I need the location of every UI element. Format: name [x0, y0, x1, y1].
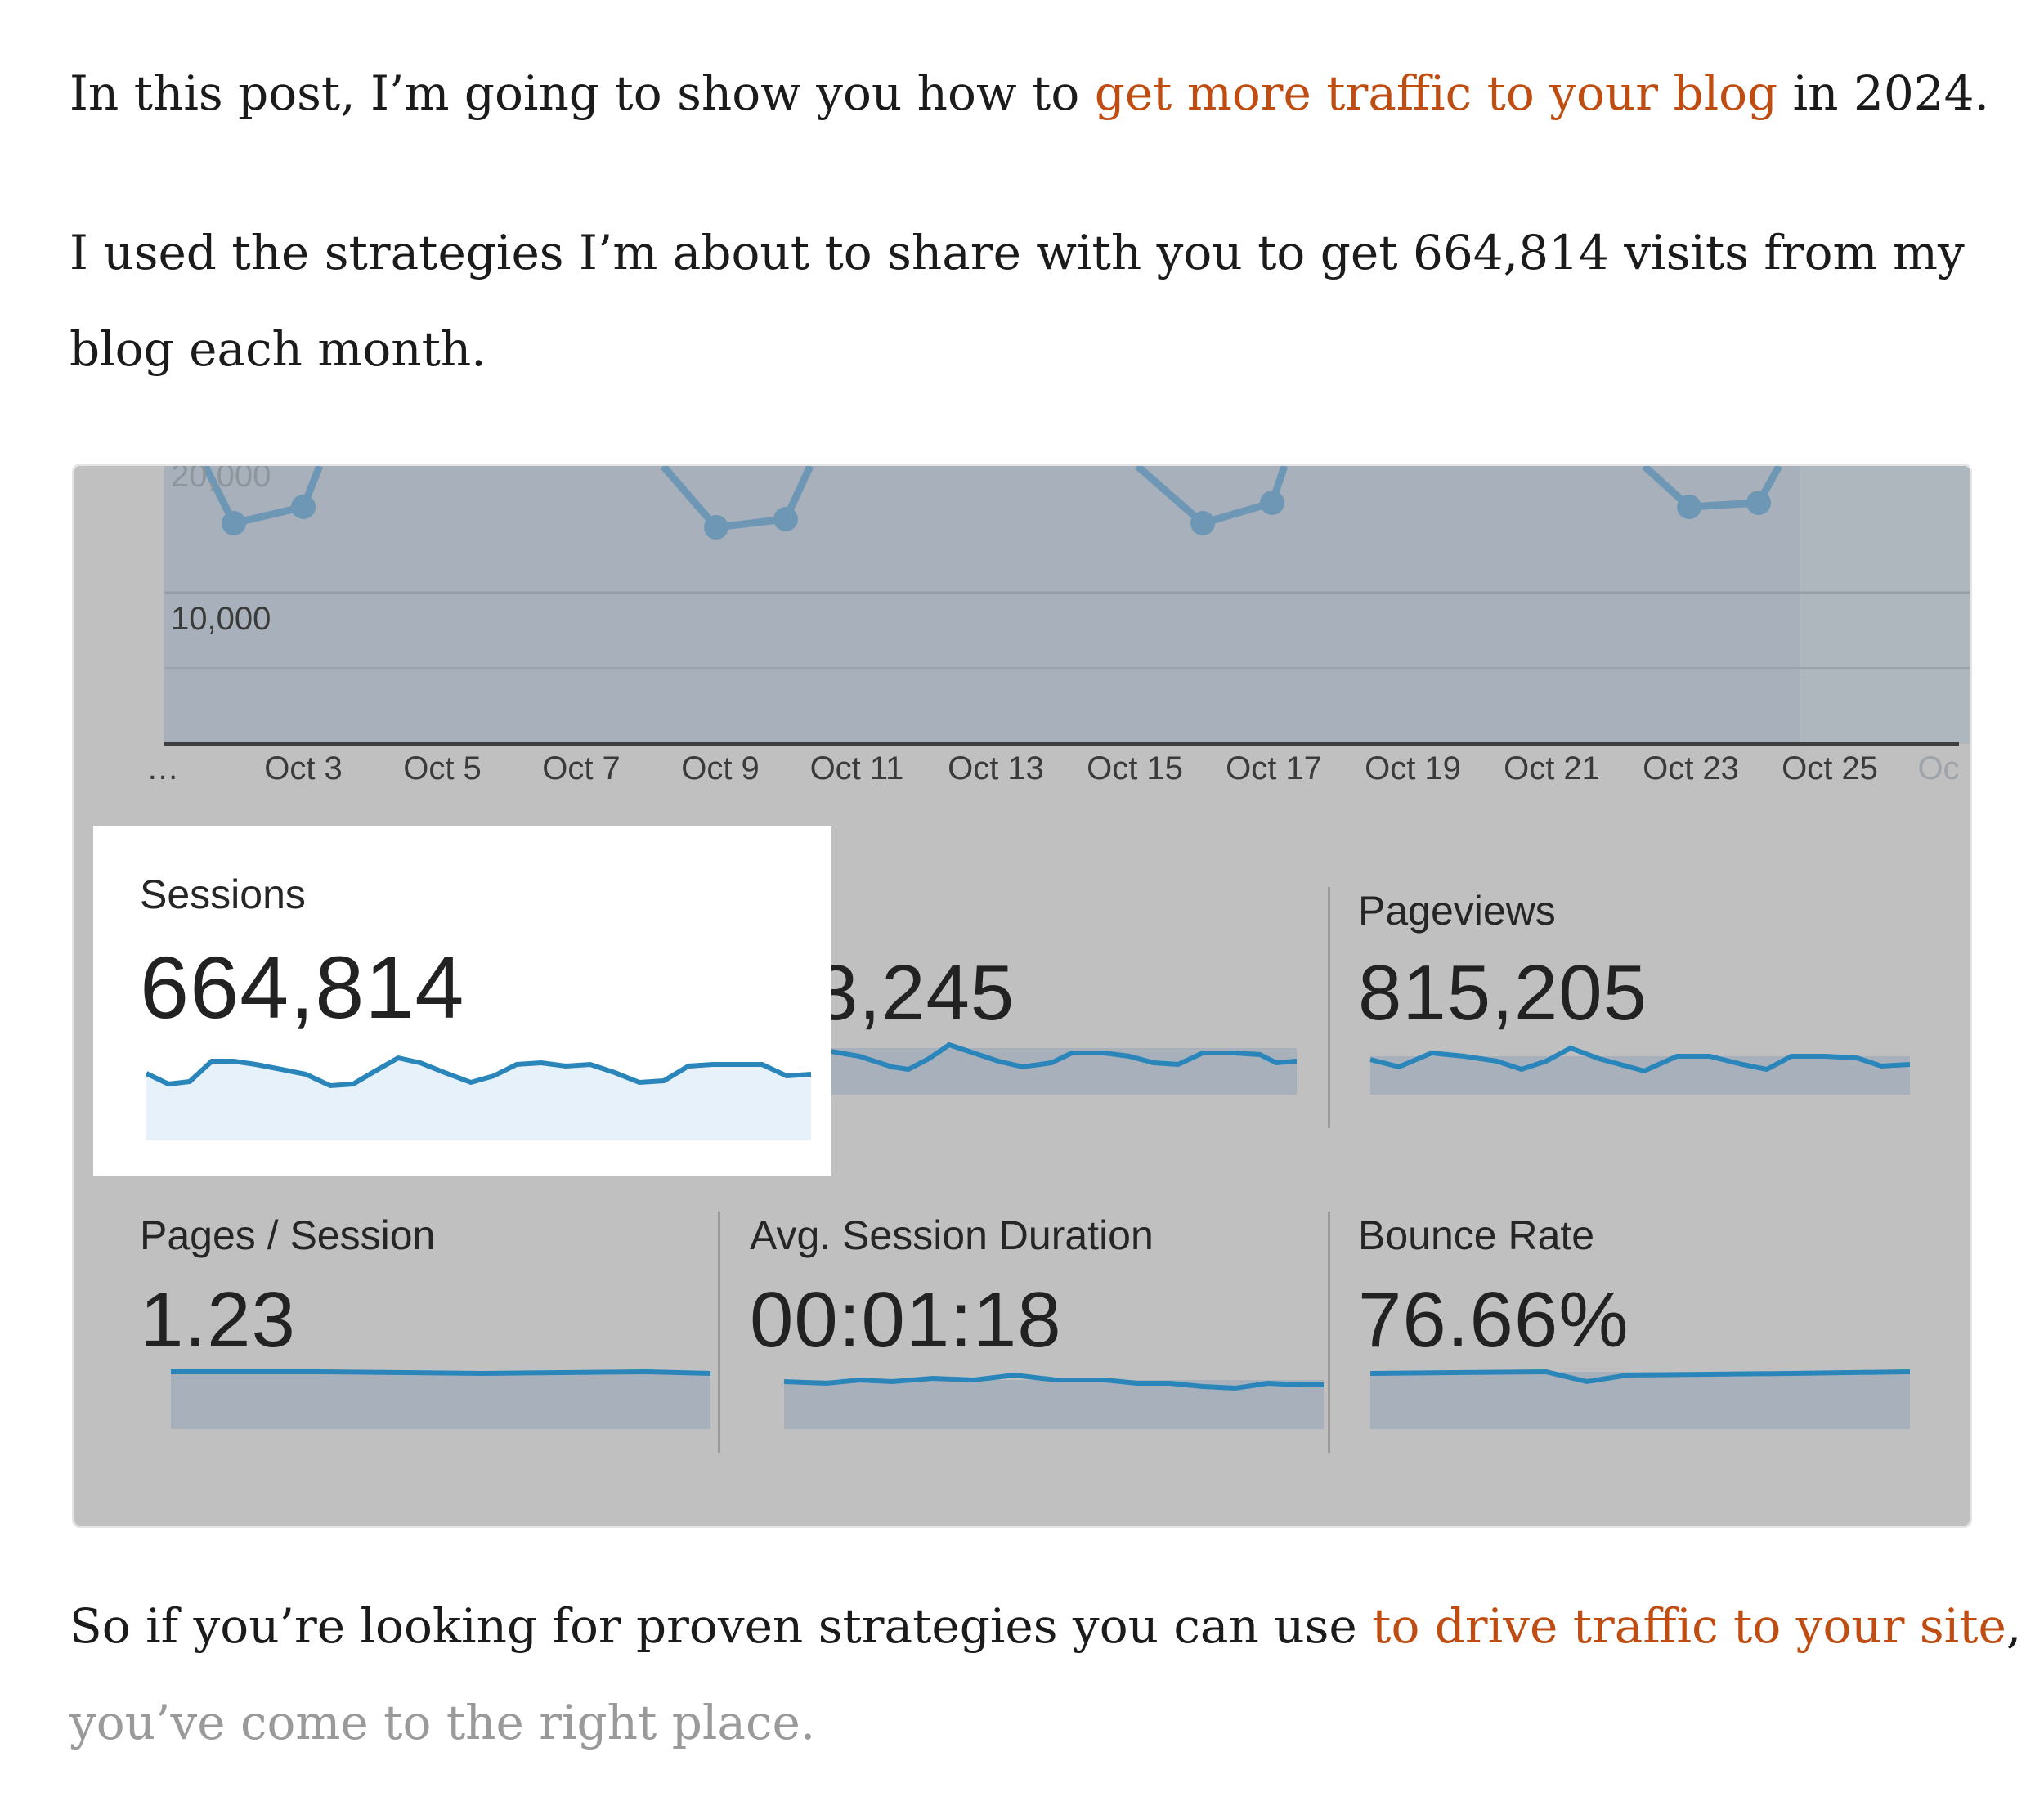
pageviews-sparkline-area [1370, 1056, 1910, 1095]
x-tick-ellipsis: … [146, 750, 179, 786]
pages-session-sparkline [171, 1369, 711, 1377]
closing-paragraph: So if you’re looking for proven strategi… [69, 1578, 2021, 1771]
metric-divider-bottom-1 [718, 1212, 720, 1453]
metric-divider-top [1328, 887, 1330, 1128]
intro-paragraph: In this post, I’m going to show you how … [69, 45, 1989, 141]
x-tick-oct-5: Oct 5 [403, 750, 482, 786]
point-oct-23 [1746, 491, 1771, 515]
x-tick-oct-17: Oct 17 [1226, 750, 1322, 786]
closing-text-before: So if you’re looking for proven strategi… [69, 1598, 1373, 1654]
analytics-screenshot: 20,000 10,000 … Oct 3 Oct 5 Oct 7 Oct 9 … [72, 464, 1972, 1528]
x-tick-oct-25: Oct 25 [1782, 750, 1878, 786]
pages-session-label: Pages / Session [140, 1212, 436, 1258]
closing-line-2: you’ve come to the right place. [69, 1695, 816, 1750]
drive-traffic-link[interactable]: to drive traffic to your site [1372, 1598, 2006, 1654]
x-tick-oct-19: Oct 19 [1365, 750, 1461, 786]
sessions-sparkline-chart [145, 1055, 812, 1140]
plot-area-fade-edge [1800, 466, 1970, 744]
intro-text-before: In this post, I’m going to show you how … [69, 65, 1095, 121]
point-oct-10 [773, 507, 798, 531]
y-tick-20000: 20,000 [171, 464, 271, 494]
pages-session-value: 1.23 [140, 1276, 296, 1364]
visits-line-2: blog each month. [69, 321, 486, 377]
session-duration-value: 00:01:18 [750, 1276, 1062, 1364]
x-tick-oct-21: Oct 21 [1504, 750, 1600, 786]
point-oct-3 [291, 495, 316, 519]
session-duration-label: Avg. Session Duration [750, 1212, 1154, 1258]
sessions-highlight-card: Sessions 664,814 [93, 826, 831, 1176]
pages-session-sparkline-area [171, 1372, 710, 1429]
point-oct-22 [1677, 495, 1701, 519]
bounce-sparkline-area [1370, 1372, 1910, 1429]
bounce-rate-label: Bounce Rate [1358, 1212, 1595, 1258]
x-tick-oct-9: Oct 9 [681, 750, 760, 786]
x-tick-oct-3: Oct 3 [264, 750, 343, 786]
x-tick-oct-7: Oct 7 [542, 750, 621, 786]
point-oct-15 [1190, 511, 1215, 535]
closing-text-comma: , [2006, 1598, 2022, 1654]
x-tick-oct-13: Oct 13 [948, 750, 1044, 786]
pageviews-value: 815,205 [1358, 949, 1648, 1037]
users-value: 3,245 [814, 949, 1015, 1037]
visits-paragraph: I used the strategies I’m about to share… [69, 204, 1983, 397]
x-tick-oct-cut: Oc [1917, 750, 1960, 786]
more-traffic-link[interactable]: get more traffic to your blog [1095, 65, 1777, 121]
x-tick-oct-23: Oct 23 [1643, 750, 1739, 786]
point-oct-9 [704, 515, 728, 540]
intro-text-after: in 2024. [1777, 65, 1989, 121]
sessions-sparkline-area [146, 1058, 811, 1140]
x-tick-oct-11: Oct 11 [809, 750, 904, 786]
point-oct-16 [1260, 491, 1284, 515]
x-tick-oct-15: Oct 15 [1087, 750, 1183, 786]
pageviews-label: Pageviews [1358, 888, 1556, 934]
bounce-rate-value: 76.66% [1358, 1276, 1629, 1364]
point-oct-2 [222, 511, 246, 535]
visits-line-1: I used the strategies I’m about to share… [69, 225, 1965, 280]
y-tick-10000: 10,000 [171, 601, 271, 637]
metric-divider-bottom-2 [1328, 1212, 1330, 1453]
